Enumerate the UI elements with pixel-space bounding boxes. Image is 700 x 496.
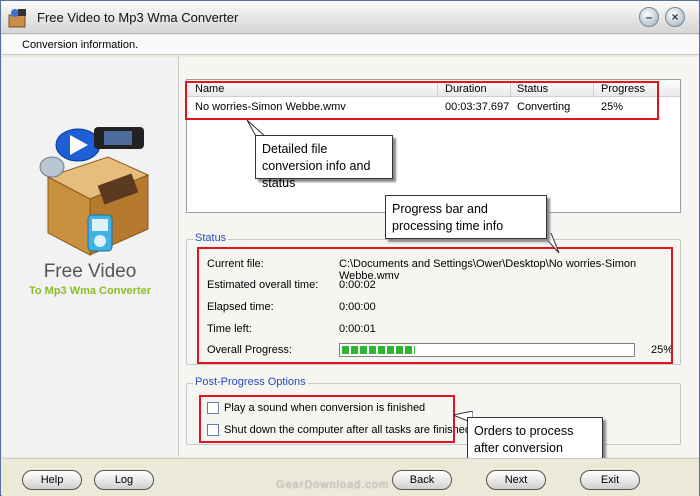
callout-file-info: Detailed file conversion info and status	[255, 135, 393, 190]
callout-orders: Orders to process after conversion	[467, 417, 603, 461]
exit-button[interactable]: Exit	[580, 470, 640, 490]
brand-title: Free Video	[43, 261, 137, 282]
file-info-highlight	[185, 81, 659, 120]
back-button[interactable]: Back	[392, 470, 452, 490]
log-button[interactable]: Log	[94, 470, 154, 490]
callout-progress: Progress bar and processing time info	[385, 195, 547, 239]
title-bar[interactable]: Free Video to Mp3 Wma Converter – ×	[1, 1, 699, 34]
next-button[interactable]: Next	[486, 470, 546, 490]
product-box-icon	[39, 127, 150, 256]
brand-subtitle: To Mp3 Wma Converter	[28, 285, 152, 297]
post-progress-title: Post-Progress Options	[193, 376, 308, 388]
info-strip: Conversion information.	[2, 35, 699, 55]
app-window: Free Video to Mp3 Wma Converter – × Conv…	[0, 0, 700, 496]
app-icon	[8, 9, 26, 28]
status-group-title: Status	[193, 232, 229, 244]
close-icon[interactable]: ×	[665, 7, 685, 27]
minimize-icon[interactable]: –	[639, 7, 659, 27]
help-button[interactable]: Help	[22, 470, 82, 490]
info-text: Conversion information.	[22, 39, 139, 51]
brand-panel: Free Video To Mp3 Wma Converter	[2, 57, 178, 457]
window-title: Free Video to Mp3 Wma Converter	[37, 10, 239, 25]
options-highlight	[199, 395, 455, 443]
watermark: GearDownload.com	[276, 479, 390, 491]
progress-highlight	[197, 247, 673, 364]
